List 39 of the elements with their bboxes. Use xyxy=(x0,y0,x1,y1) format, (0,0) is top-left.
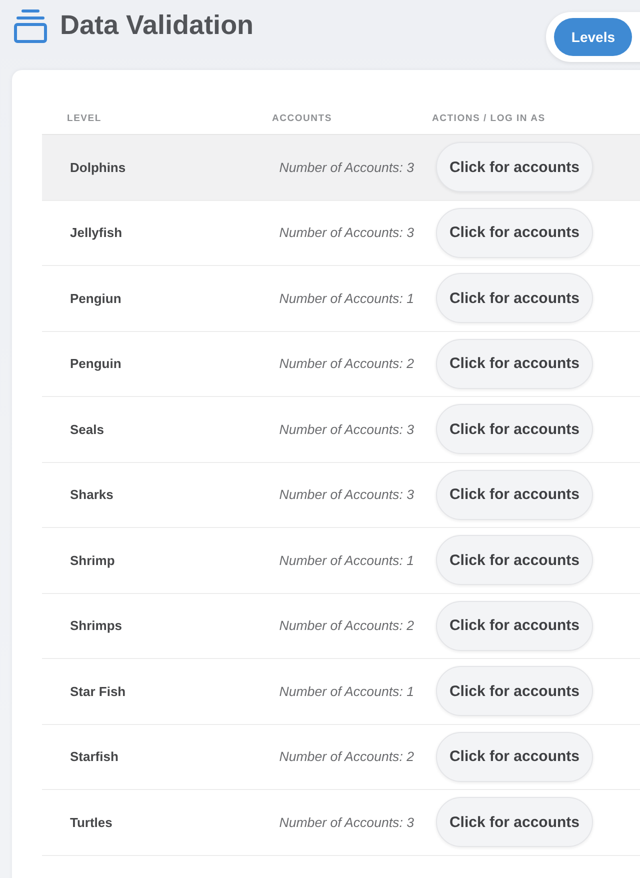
accounts-count: Number of Accounts: 1 xyxy=(279,552,414,568)
accounts-count: Number of Accounts: 1 xyxy=(279,684,414,699)
accounts-button[interactable]: Click for accounts xyxy=(436,273,593,324)
level-name: Jellyfish xyxy=(70,225,122,240)
accounts-count: Number of Accounts: 1 xyxy=(279,290,414,306)
levels-tab[interactable]: Levels xyxy=(554,18,632,56)
column-header: ACCOUNTS xyxy=(271,112,333,126)
accounts-button[interactable]: Click for accounts xyxy=(436,535,593,586)
level-name: Star Fish xyxy=(70,684,126,699)
level-name: Turtles xyxy=(70,814,112,830)
level-name: Penguin xyxy=(70,356,122,372)
accounts-count: Number of Accounts: 2 xyxy=(279,749,414,764)
accounts-button[interactable]: Click for accounts xyxy=(436,797,593,848)
level-name: Starfish xyxy=(70,749,118,764)
accounts-button[interactable]: Click for accounts xyxy=(436,142,593,192)
accounts-button[interactable]: Click for accounts xyxy=(436,404,593,454)
accounts-button[interactable]: Click for accounts xyxy=(436,338,593,389)
accounts-count: Number of Accounts: 2 xyxy=(279,356,414,372)
stack-icon xyxy=(14,9,47,43)
level-name: Seals xyxy=(70,422,104,437)
accounts-count: Number of Accounts: 3 xyxy=(279,814,414,830)
level-name: Shrimp xyxy=(70,552,115,568)
column-header: ACTIONS / LOG IN AS xyxy=(431,112,546,126)
accounts-count: Number of Accounts: 3 xyxy=(279,487,414,502)
accounts-count: Number of Accounts: 3 xyxy=(279,160,414,175)
accounts-count: Number of Accounts: 2 xyxy=(279,618,414,634)
level-name: Pengiun xyxy=(70,290,122,306)
level-name: Dolphins xyxy=(70,160,126,175)
accounts-button[interactable]: Click for accounts xyxy=(436,732,593,782)
level-name: Shrimps xyxy=(70,618,122,634)
level-name: Sharks xyxy=(70,487,114,502)
accounts-button[interactable]: Click for accounts xyxy=(436,208,593,258)
accounts-count: Number of Accounts: 3 xyxy=(279,225,414,240)
accounts-button[interactable]: Click for accounts xyxy=(436,666,593,716)
accounts-button[interactable]: Click for accounts xyxy=(436,600,593,651)
page-title: Data Validation xyxy=(60,10,254,40)
accounts-count: Number of Accounts: 3 xyxy=(279,422,414,437)
accounts-button[interactable]: Click for accounts xyxy=(436,470,593,520)
column-header: LEVEL xyxy=(66,112,102,126)
